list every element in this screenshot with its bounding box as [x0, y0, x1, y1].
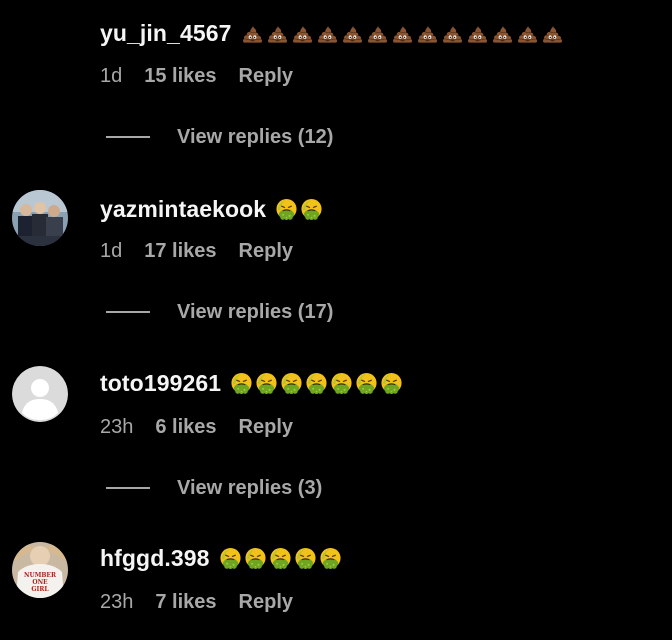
vomiting-face-icon: [275, 198, 298, 221]
vomiting-face-icon: [330, 372, 353, 395]
comment-item: yu_jin_4567 1d 15 likes Reply View repli…: [0, 0, 672, 160]
replies-divider: [106, 311, 150, 313]
vomiting-face-icon: [380, 372, 403, 395]
vomiting-face-icon: [280, 372, 303, 395]
avatar[interactable]: NUMBER ONE GIRL: [12, 542, 68, 598]
comment-item: toto199261 23h 6 likes Reply View replie…: [0, 338, 672, 514]
poop-icon: [491, 22, 514, 45]
comment-timestamp: 1d: [100, 64, 123, 87]
poop-icon: [441, 22, 464, 45]
comments-list: yu_jin_4567 1d 15 likes Reply View repli…: [0, 0, 672, 640]
replies-divider: [106, 487, 150, 489]
comment-header: yu_jin_4567: [100, 16, 564, 50]
vomiting-face-icon: [244, 547, 267, 570]
view-replies-button[interactable]: View replies (17): [106, 297, 333, 327]
vomiting-face-icon: [230, 372, 253, 395]
vomiting-face-icon: [294, 547, 317, 570]
vomiting-face-icon: [319, 547, 342, 570]
avatar[interactable]: [12, 366, 68, 422]
view-replies-label: View replies (17): [177, 300, 334, 323]
poop-icon: [241, 22, 264, 45]
comment-timestamp: 23h: [100, 415, 134, 438]
reply-button[interactable]: Reply: [239, 416, 293, 439]
reply-button[interactable]: Reply: [239, 591, 293, 614]
comment-header: toto199261: [100, 366, 403, 400]
comment-username[interactable]: yazmintaekook: [100, 196, 266, 223]
comment-username[interactable]: yu_jin_4567: [100, 20, 232, 47]
comment-text: [219, 547, 342, 570]
comment-meta: 23h 7 likes Reply: [100, 587, 293, 617]
poop-icon: [291, 22, 314, 45]
default-profile-icon: [12, 366, 68, 422]
shirt-text-one: ONE: [32, 579, 48, 586]
view-replies-button[interactable]: View replies (12): [106, 122, 333, 152]
comment-username[interactable]: toto199261: [100, 370, 221, 397]
comment-header: yazmintaekook: [100, 192, 323, 226]
vomiting-face-icon: [305, 372, 328, 395]
poop-icon: [341, 22, 364, 45]
comment-meta: 1d 17 likes Reply: [100, 236, 293, 266]
comment-likes-count[interactable]: 6 likes: [155, 416, 216, 439]
poop-icon: [391, 22, 414, 45]
view-replies-button[interactable]: View replies (3): [106, 473, 322, 503]
poop-icon: [366, 22, 389, 45]
reply-button[interactable]: Reply: [239, 240, 293, 263]
comment-likes-count[interactable]: 17 likes: [144, 240, 216, 263]
comment-likes-count[interactable]: 7 likes: [155, 591, 216, 614]
vomiting-face-icon: [269, 547, 292, 570]
comment-text: [241, 22, 564, 45]
poop-icon: [416, 22, 439, 45]
comment-item: yazmintaekook 1d 17 likes Reply View rep…: [0, 160, 672, 338]
comment-text: [275, 198, 323, 221]
comment-item: NUMBER ONE GIRL hfggd.398 23h 7 likes Re…: [0, 514, 672, 640]
comment-text: [230, 372, 403, 395]
profile-photo-group: [12, 190, 68, 246]
view-replies-label: View replies (12): [177, 125, 334, 148]
avatar[interactable]: [12, 190, 68, 246]
view-replies-label: View replies (3): [177, 476, 323, 499]
poop-icon: [541, 22, 564, 45]
comment-meta: 23h 6 likes Reply: [100, 412, 293, 442]
poop-icon: [266, 22, 289, 45]
replies-divider: [106, 136, 150, 138]
profile-photo-shirt: NUMBER ONE GIRL: [12, 542, 68, 598]
comment-timestamp: 23h: [100, 590, 134, 613]
reply-button[interactable]: Reply: [239, 65, 293, 88]
shirt-text-girl: GIRL: [31, 586, 49, 593]
comment-likes-count[interactable]: 15 likes: [144, 65, 216, 88]
vomiting-face-icon: [255, 372, 278, 395]
shirt-text-number: NUMBER: [24, 572, 57, 579]
poop-icon: [516, 22, 539, 45]
comment-header: hfggd.398: [100, 541, 342, 575]
comment-meta: 1d 15 likes Reply: [100, 61, 293, 91]
vomiting-face-icon: [355, 372, 378, 395]
comment-username[interactable]: hfggd.398: [100, 545, 210, 572]
poop-icon: [466, 22, 489, 45]
comment-timestamp: 1d: [100, 239, 123, 262]
vomiting-face-icon: [219, 547, 242, 570]
poop-icon: [316, 22, 339, 45]
vomiting-face-icon: [300, 198, 323, 221]
